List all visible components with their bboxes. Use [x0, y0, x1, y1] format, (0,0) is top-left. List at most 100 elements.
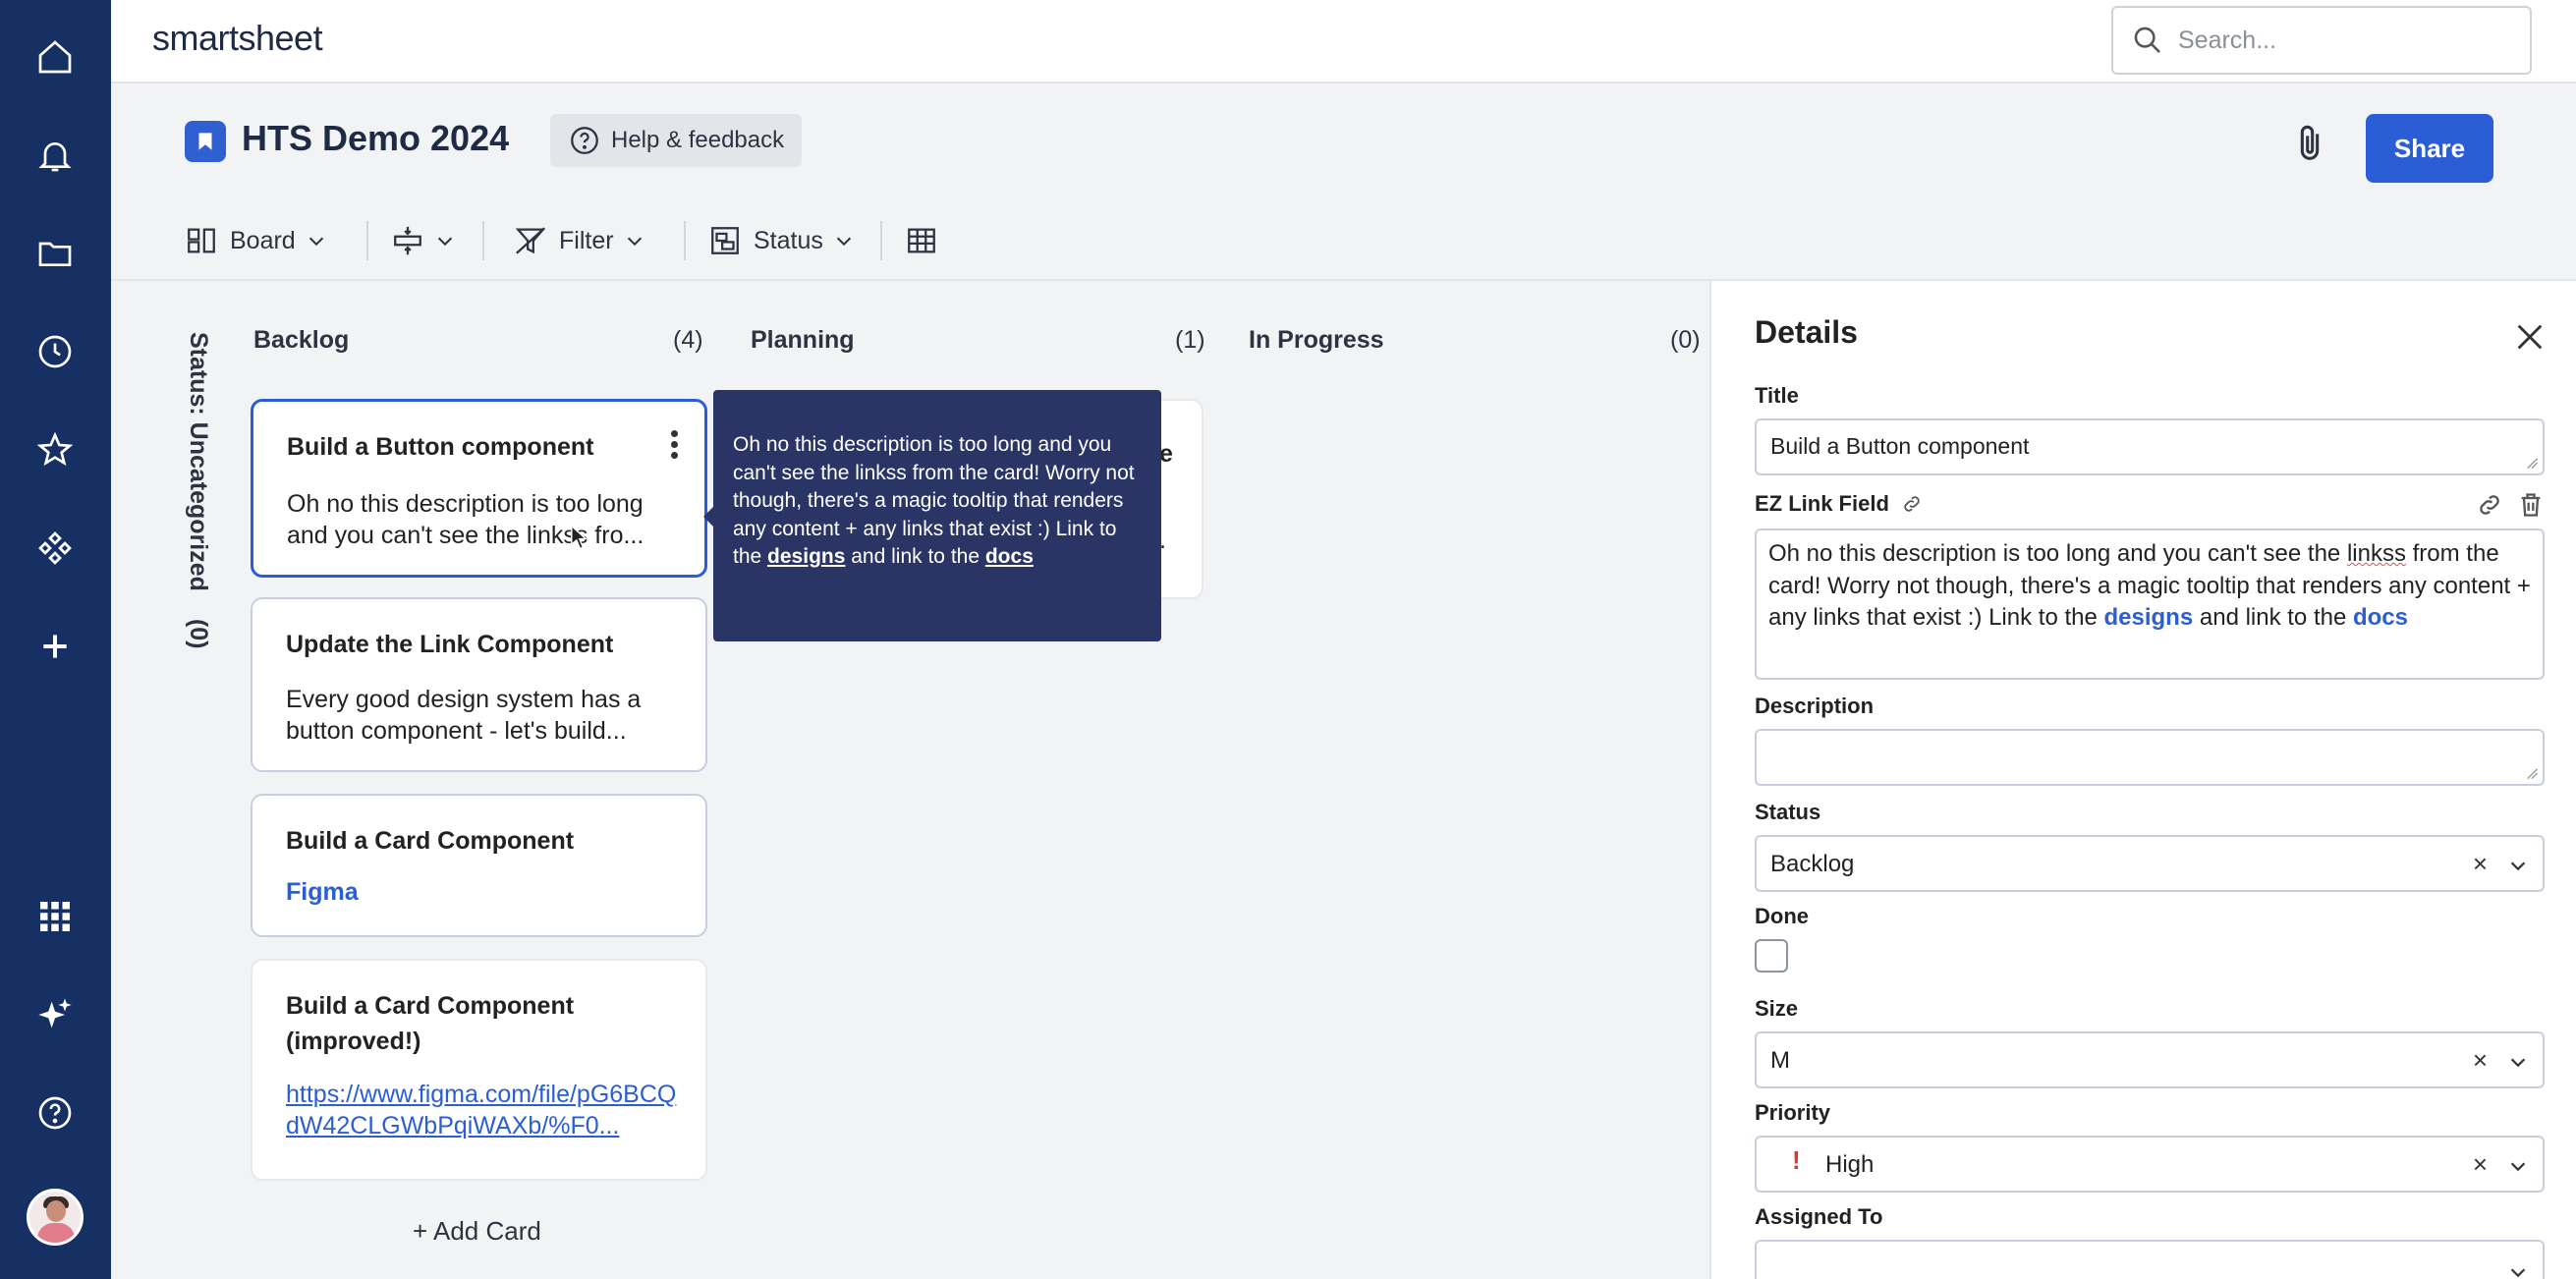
filter-off-icon — [515, 227, 546, 254]
tooltip-docs-link[interactable]: docs — [985, 545, 1034, 568]
ez-link-field-content: Oh no this description is too long and y… — [1768, 540, 2531, 631]
kanban-card[interactable]: Update the Link Component Every good des… — [251, 597, 707, 772]
details-heading: Details — [1755, 314, 1858, 350]
help-feedback-label: Help & feedback — [611, 127, 785, 153]
size-select-value: M — [1770, 1047, 1790, 1074]
card-title: Build a Card Component — [286, 827, 575, 855]
mouse-cursor-icon — [571, 525, 588, 550]
trash-icon[interactable] — [2517, 491, 2545, 519]
ai-sparkle-icon[interactable] — [26, 985, 84, 1044]
details-panel: Details Title Build a Button component E… — [1709, 281, 2576, 1279]
clear-status-icon[interactable]: × — [2473, 849, 2488, 879]
priority-select-value: High — [1825, 1151, 1875, 1178]
view-toolbar: Board Filter Status — [111, 211, 2576, 270]
status-groupby-dropdown[interactable]: Status — [708, 211, 855, 270]
size-select[interactable]: M × — [1755, 1031, 2545, 1088]
kanban-card[interactable]: Build a Card Component (improved!) https… — [251, 959, 707, 1181]
sheet-title[interactable]: HTS Demo 2024 — [242, 118, 509, 159]
share-button[interactable]: Share — [2366, 114, 2493, 183]
done-checkbox[interactable] — [1755, 939, 1788, 973]
user-avatar[interactable] — [27, 1189, 84, 1246]
search-input[interactable] — [2178, 26, 2492, 55]
link-icon — [1904, 496, 1920, 512]
notifications-bell-icon[interactable] — [26, 126, 84, 185]
description-field[interactable] — [1755, 729, 2545, 786]
card-link-url[interactable]: https://www.figma.com/file/pG6BCQdW42CLG… — [286, 1079, 689, 1141]
card-link-figma[interactable]: Figma — [286, 878, 359, 907]
ez-link-field[interactable]: Oh no this description is too long and y… — [1755, 528, 2545, 680]
card-description: Oh no this description is too long and y… — [287, 490, 644, 549]
attachments-paperclip-icon[interactable] — [2287, 121, 2332, 166]
status-field-label: Status — [1755, 800, 1821, 824]
kanban-card[interactable]: Build a Button component Oh no this desc… — [251, 399, 707, 578]
assigned-to-field-label: Assigned To — [1755, 1204, 1883, 1229]
chevron-down-icon — [437, 237, 453, 247]
description-field-label: Description — [1755, 694, 1875, 718]
close-icon[interactable] — [2513, 320, 2547, 354]
chevron-down-icon — [308, 237, 323, 247]
create-plus-icon[interactable] — [26, 617, 84, 676]
help-feedback-button[interactable]: Help & feedback — [550, 114, 803, 167]
filter-label: Filter — [559, 226, 614, 254]
ez-docs-link[interactable]: docs — [2353, 604, 2408, 631]
title-field[interactable]: Build a Button component — [1755, 418, 2545, 475]
board-view-icon — [188, 228, 215, 253]
card-more-menu-icon[interactable] — [669, 427, 679, 463]
home-icon[interactable] — [26, 28, 84, 86]
apps-grid-icon[interactable] — [26, 887, 84, 946]
title-field-label: Title — [1755, 383, 1799, 408]
priority-select[interactable]: ! High × — [1755, 1136, 2545, 1193]
card-title: Update the Link Component — [286, 631, 614, 658]
clear-size-icon[interactable]: × — [2473, 1045, 2488, 1076]
column-count-planning: (1) — [1175, 326, 1205, 354]
chevron-down-icon[interactable] — [2507, 1261, 2529, 1279]
status-select-value: Backlog — [1770, 851, 1855, 877]
card-description-tooltip: Oh no this description is too long and y… — [713, 390, 1161, 641]
help-question-icon[interactable] — [26, 1084, 84, 1142]
global-search[interactable] — [2111, 6, 2532, 75]
ez-link-field-label: EZ Link Field — [1755, 491, 1923, 517]
tooltip-designs-link[interactable]: designs — [767, 545, 845, 568]
kanban-card[interactable]: Build a Card Component Figma — [251, 794, 707, 937]
status-select[interactable]: Backlog × — [1755, 835, 2545, 892]
question-circle-icon — [571, 127, 598, 154]
top-bar: smartsheet — [111, 0, 2576, 83]
link-icon[interactable] — [2476, 491, 2503, 519]
card-title: Build a Button component — [287, 433, 594, 461]
board-view-label: Board — [230, 226, 296, 254]
title-field-value: Build a Button component — [1770, 433, 2030, 459]
chevron-down-icon — [627, 237, 642, 247]
left-nav-rail — [0, 0, 111, 1279]
ez-designs-link[interactable]: designs — [2104, 604, 2194, 631]
card-size-icon — [394, 226, 421, 255]
search-icon — [2134, 27, 2160, 53]
priority-high-icon: ! — [1792, 1145, 1801, 1175]
favorites-star-icon[interactable] — [26, 420, 84, 479]
column-count-in-progress: (0) — [1670, 326, 1701, 354]
column-header-in-progress: In Progress — [1249, 326, 1384, 354]
clear-priority-icon[interactable]: × — [2473, 1149, 2488, 1180]
card-description: Every good design system has a button co… — [286, 686, 642, 745]
column-count-backlog: (4) — [673, 326, 703, 354]
chevron-down-icon[interactable] — [2507, 855, 2529, 876]
chevron-down-icon[interactable] — [2507, 1051, 2529, 1073]
filter-dropdown[interactable]: Filter — [514, 211, 645, 270]
chevron-down-icon[interactable] — [2507, 1155, 2529, 1177]
add-card-button[interactable]: + Add Card — [413, 1216, 541, 1247]
assigned-to-select[interactable] — [1755, 1240, 2545, 1279]
recents-clock-icon[interactable] — [26, 322, 84, 381]
workapps-icon[interactable] — [26, 519, 84, 578]
column-header-planning: Planning — [751, 326, 855, 354]
size-field-label: Size — [1755, 996, 1799, 1021]
grid-view-button[interactable] — [905, 211, 938, 270]
swimlane-label[interactable]: Status: Uncategorized(0) — [177, 332, 216, 666]
column-header-backlog: Backlog — [253, 326, 350, 354]
board-view-dropdown[interactable]: Board — [185, 211, 327, 270]
smartsheet-logo[interactable]: smartsheet — [152, 18, 323, 59]
card-size-dropdown[interactable] — [391, 211, 456, 270]
board-sheet-icon — [185, 121, 226, 162]
done-field-label: Done — [1755, 904, 1809, 928]
priority-field-label: Priority — [1755, 1100, 1831, 1125]
table-grid-icon — [908, 228, 935, 253]
folder-icon[interactable] — [26, 224, 84, 283]
